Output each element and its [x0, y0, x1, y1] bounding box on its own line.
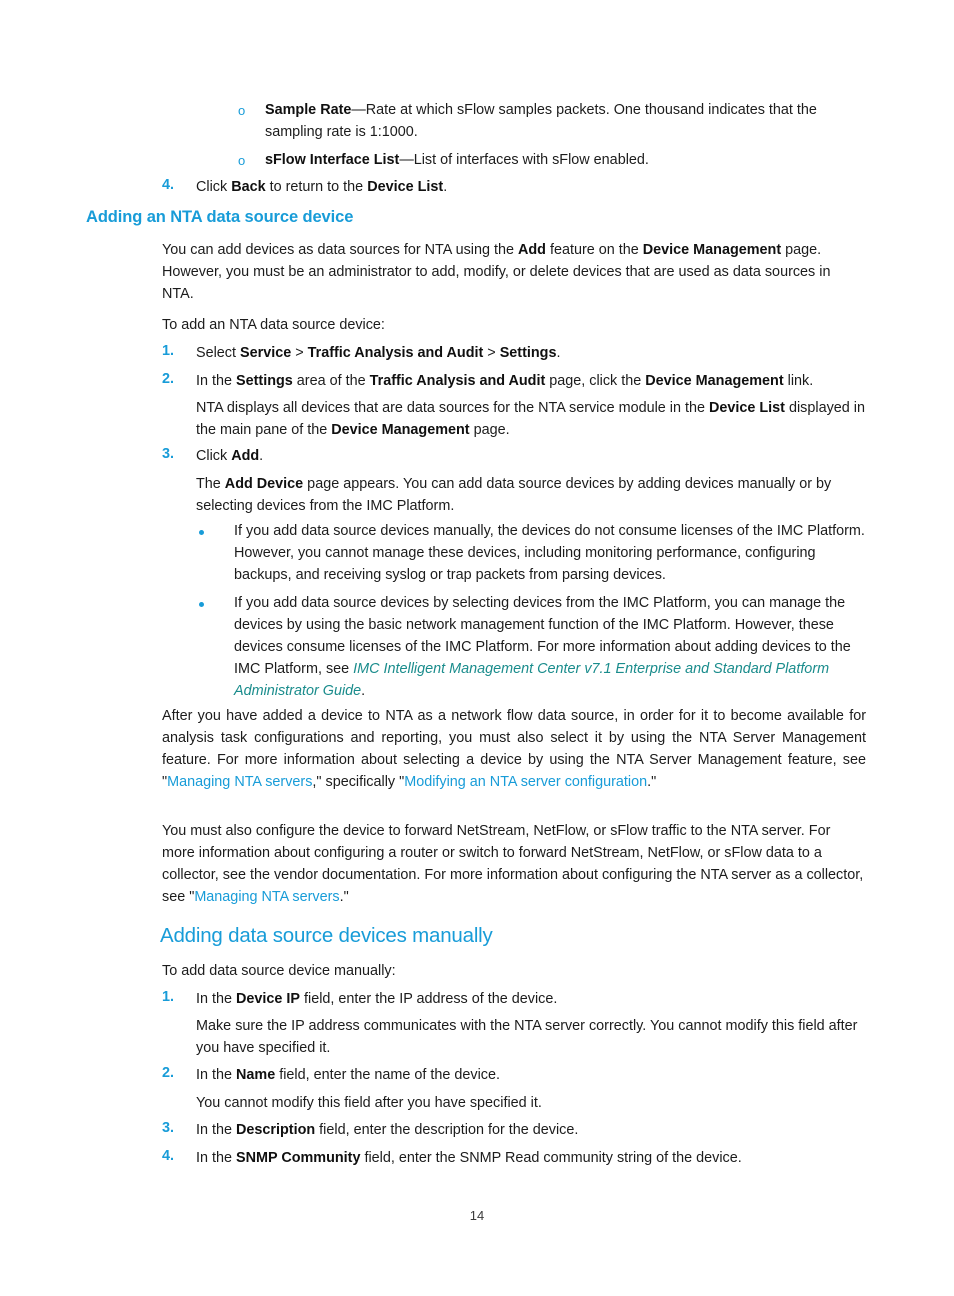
manual-step4-part-1: In the — [196, 1150, 237, 1166]
manual-note-1: Make sure the IP address communicates wi… — [196, 1018, 858, 1056]
step-text: In the Name field, enter the name of the… — [196, 1065, 866, 1087]
ui-term-add: Add — [517, 242, 546, 258]
step-marker: 2. — [162, 1065, 175, 1081]
link-device-management: Device Management — [645, 373, 784, 389]
step2-seg-6: link. — [783, 373, 814, 389]
link-managing-nta-servers[interactable]: Managing NTA servers — [194, 889, 339, 905]
bullet-dot-icon — [199, 602, 204, 607]
sub-bullet-term: Sample Rate — [265, 102, 352, 118]
step2-seg-2: area of the — [292, 373, 370, 389]
sub-bullet-text: Sample Rate—Rate at which sFlow samples … — [265, 100, 866, 144]
paragraph-nta-server-management: After you have added a device to NTA as … — [162, 706, 866, 794]
para-nta-part-2: ," specifically " — [312, 773, 405, 790]
step-text: In the Description field, enter the desc… — [196, 1120, 866, 1142]
step1-seg-4: > — [483, 345, 500, 361]
step1-seg-0: Select — [196, 345, 240, 361]
intro-paragraph: You can add devices as data sources for … — [162, 240, 866, 306]
step-text: In the Device IP field, enter the IP add… — [196, 989, 866, 1011]
followup-part-3: page. — [469, 421, 510, 438]
para-netstream-part-2: ." — [339, 888, 349, 905]
page-number: 14 — [469, 1208, 485, 1223]
manual-step3-part-1: In the — [196, 1122, 237, 1138]
step-text-middle: to return to the — [265, 179, 368, 195]
link-managing-nta-servers[interactable]: Managing NTA servers — [167, 774, 312, 790]
manual-step3-part-2: field, enter the description for the dev… — [315, 1122, 579, 1138]
heading-adding-data-source-devices-manually: Adding data source devices manually — [160, 924, 493, 947]
bullet-text: If you add data source devices by select… — [234, 593, 866, 702]
sub-bullet-text: sFlow Interface List—List of interfaces … — [265, 150, 866, 172]
bullet2-part-2: . — [361, 682, 366, 699]
step-marker: 3. — [162, 446, 175, 462]
paragraph-netstream-forwarding: You must also configure the device to fo… — [162, 821, 866, 909]
ui-term-settings: Settings — [236, 373, 293, 389]
para-nta-part-3: ." — [647, 773, 657, 790]
step1-seg-6: . — [556, 345, 561, 361]
menu-item-traffic-analysis-and-audit: Traffic Analysis and Audit — [307, 345, 484, 361]
step-text: Select Service > Traffic Analysis and Au… — [196, 343, 866, 365]
manual-step1-part-1: In the — [196, 991, 237, 1007]
ui-term-device-list: Device List — [708, 400, 785, 416]
sub-bullet-term: sFlow Interface List — [265, 152, 400, 168]
menu-item-settings: Settings — [499, 345, 557, 361]
intro-part-2: feature on the — [545, 242, 643, 258]
manual-step1-part-2: field, enter the IP address of the devic… — [300, 991, 558, 1007]
step-3-followup: The Add Device page appears. You can add… — [196, 474, 866, 518]
ui-term-add: Add — [231, 448, 260, 464]
manual-step2-part-1: In the — [196, 1067, 237, 1083]
field-label-device-ip: Device IP — [236, 991, 301, 1007]
field-label-name: Name — [236, 1067, 276, 1083]
ui-term-back: Back — [231, 179, 266, 195]
sub-bullet-body: —List of interfaces with sFlow enabled. — [399, 152, 649, 168]
step-text: Click Add. — [196, 446, 866, 468]
manual-step2-part-2: field, enter the name of the device. — [275, 1067, 501, 1083]
step-text: Click Back to return to the Device List. — [196, 177, 866, 199]
step3-prefix: Click — [196, 448, 232, 464]
ui-term-traffic-analysis-and-audit: Traffic Analysis and Audit — [369, 373, 546, 389]
field-label-snmp-community: SNMP Community — [236, 1150, 361, 1166]
step-text: In the Settings area of the Traffic Anal… — [196, 371, 866, 393]
step3-followup-part-1: The — [196, 476, 225, 492]
manual-note-2: You cannot modify this field after you h… — [196, 1095, 542, 1111]
ui-term-device-management: Device Management — [642, 242, 782, 258]
bullet-text: If you add data source devices manually,… — [234, 523, 865, 583]
sub-bullet-marker-icon: o — [238, 103, 246, 118]
step-marker: 2. — [162, 371, 175, 387]
step2-seg-0: In the — [196, 373, 237, 389]
step-marker: 1. — [162, 989, 175, 1005]
to-add-line: To add an NTA data source device: — [162, 317, 385, 333]
link-modifying-nta-server-configuration[interactable]: Modifying an NTA server configuration — [404, 774, 647, 790]
step-text-prefix: Click — [196, 179, 232, 195]
bullet-dot-icon — [199, 530, 204, 535]
ui-term-device-management: Device Management — [331, 421, 470, 438]
menu-item-service: Service — [240, 345, 292, 361]
followup-part-1: NTA displays all devices that are data s… — [196, 400, 709, 416]
to-add-manual-line: To add data source device manually: — [162, 963, 396, 979]
step-text: In the SNMP Community field, enter the S… — [196, 1148, 866, 1170]
step-marker: 1. — [162, 343, 175, 359]
ui-term-device-list: Device List — [367, 179, 444, 195]
sub-bullet-marker-icon: o — [238, 153, 246, 168]
step-marker: 4. — [162, 1148, 175, 1164]
heading-adding-nta-data-source-device: Adding an NTA data source device — [86, 208, 354, 226]
step-marker: 4. — [162, 177, 175, 193]
step1-seg-2: > — [291, 345, 308, 361]
manual-step4-part-2: field, enter the SNMP Read community str… — [360, 1150, 742, 1166]
step2-seg-4: page, click the — [545, 373, 646, 389]
document-page: o Sample Rate—Rate at which sFlow sample… — [0, 0, 954, 1296]
step-marker: 3. — [162, 1120, 175, 1136]
step-2-followup: NTA displays all devices that are data s… — [196, 398, 866, 442]
ui-term-add-device: Add Device — [224, 476, 304, 492]
field-label-description: Description — [236, 1122, 316, 1138]
step-text-suffix: . — [443, 179, 448, 195]
intro-part-1: You can add devices as data sources for … — [162, 242, 518, 258]
step3-suffix: . — [259, 448, 264, 464]
